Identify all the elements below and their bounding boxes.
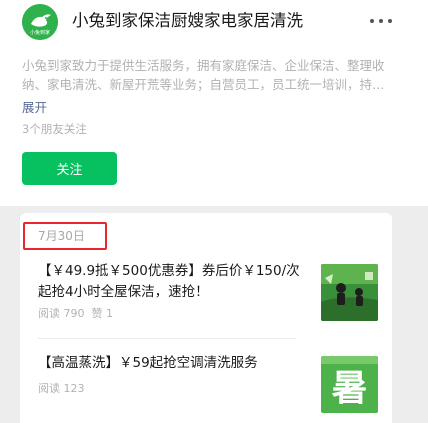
avatar-text: 小兔到家 bbox=[30, 29, 50, 36]
account-avatar[interactable]: 小兔到家 bbox=[22, 4, 58, 40]
publish-date: 7月30日 bbox=[38, 229, 85, 243]
more-options-button[interactable] bbox=[370, 10, 392, 32]
article-thumbnail: 暑 bbox=[321, 356, 378, 413]
follow-button[interactable]: 关注 bbox=[22, 152, 117, 185]
article-divider bbox=[38, 338, 296, 339]
article-item[interactable]: 【￥49.9抵￥500优惠券】券后价￥150/次起抢4小时全屋保洁，速抢！ 阅读… bbox=[38, 261, 378, 331]
account-profile: 小兔到家 小兔到家保洁厨嫂家电家居清洗 小兔到家致力于提供生活服务，拥有家庭保洁… bbox=[0, 0, 428, 206]
like-count: 赞 1 bbox=[91, 307, 114, 320]
more-dot bbox=[370, 19, 374, 23]
article-item[interactable]: 【高温蒸洗】￥59起抢空调清洗服务 阅读 123 暑 bbox=[38, 353, 378, 423]
article-thumbnail bbox=[321, 264, 378, 321]
read-count: 阅读 790 bbox=[38, 307, 85, 320]
friends-following: 3个朋友关注 bbox=[22, 122, 87, 136]
account-name: 小兔到家保洁厨嫂家电家居清洗 bbox=[72, 11, 303, 30]
read-count: 阅读 123 bbox=[38, 382, 85, 395]
cleaning-thumbnail-icon bbox=[321, 264, 378, 321]
account-description: 小兔到家致力于提供生活服务，拥有家庭保洁、企业保洁、整理收纳、家电清洗、新屋开荒… bbox=[22, 58, 385, 92]
article-title: 【￥49.9抵￥500优惠券】券后价￥150/次起抢4小时全屋保洁，速抢！ bbox=[38, 263, 300, 300]
summer-thumbnail-icon: 暑 bbox=[321, 356, 378, 413]
thumbnail-text: 暑 bbox=[331, 368, 367, 409]
more-dot bbox=[388, 19, 392, 23]
article-title: 【高温蒸洗】￥59起抢空调清洗服务 bbox=[38, 355, 258, 371]
article-group-card: 7月30日 【￥49.9抵￥500优惠券】券后价￥150/次起抢4小时全屋保洁，… bbox=[20, 213, 392, 423]
article-meta: 阅读 123 bbox=[38, 382, 85, 396]
expand-link[interactable]: 展开 bbox=[22, 99, 47, 117]
more-dot bbox=[379, 19, 383, 23]
rabbit-logo-icon: 小兔到家 bbox=[22, 4, 58, 40]
article-meta: 阅读 790 赞 1 bbox=[38, 307, 113, 321]
